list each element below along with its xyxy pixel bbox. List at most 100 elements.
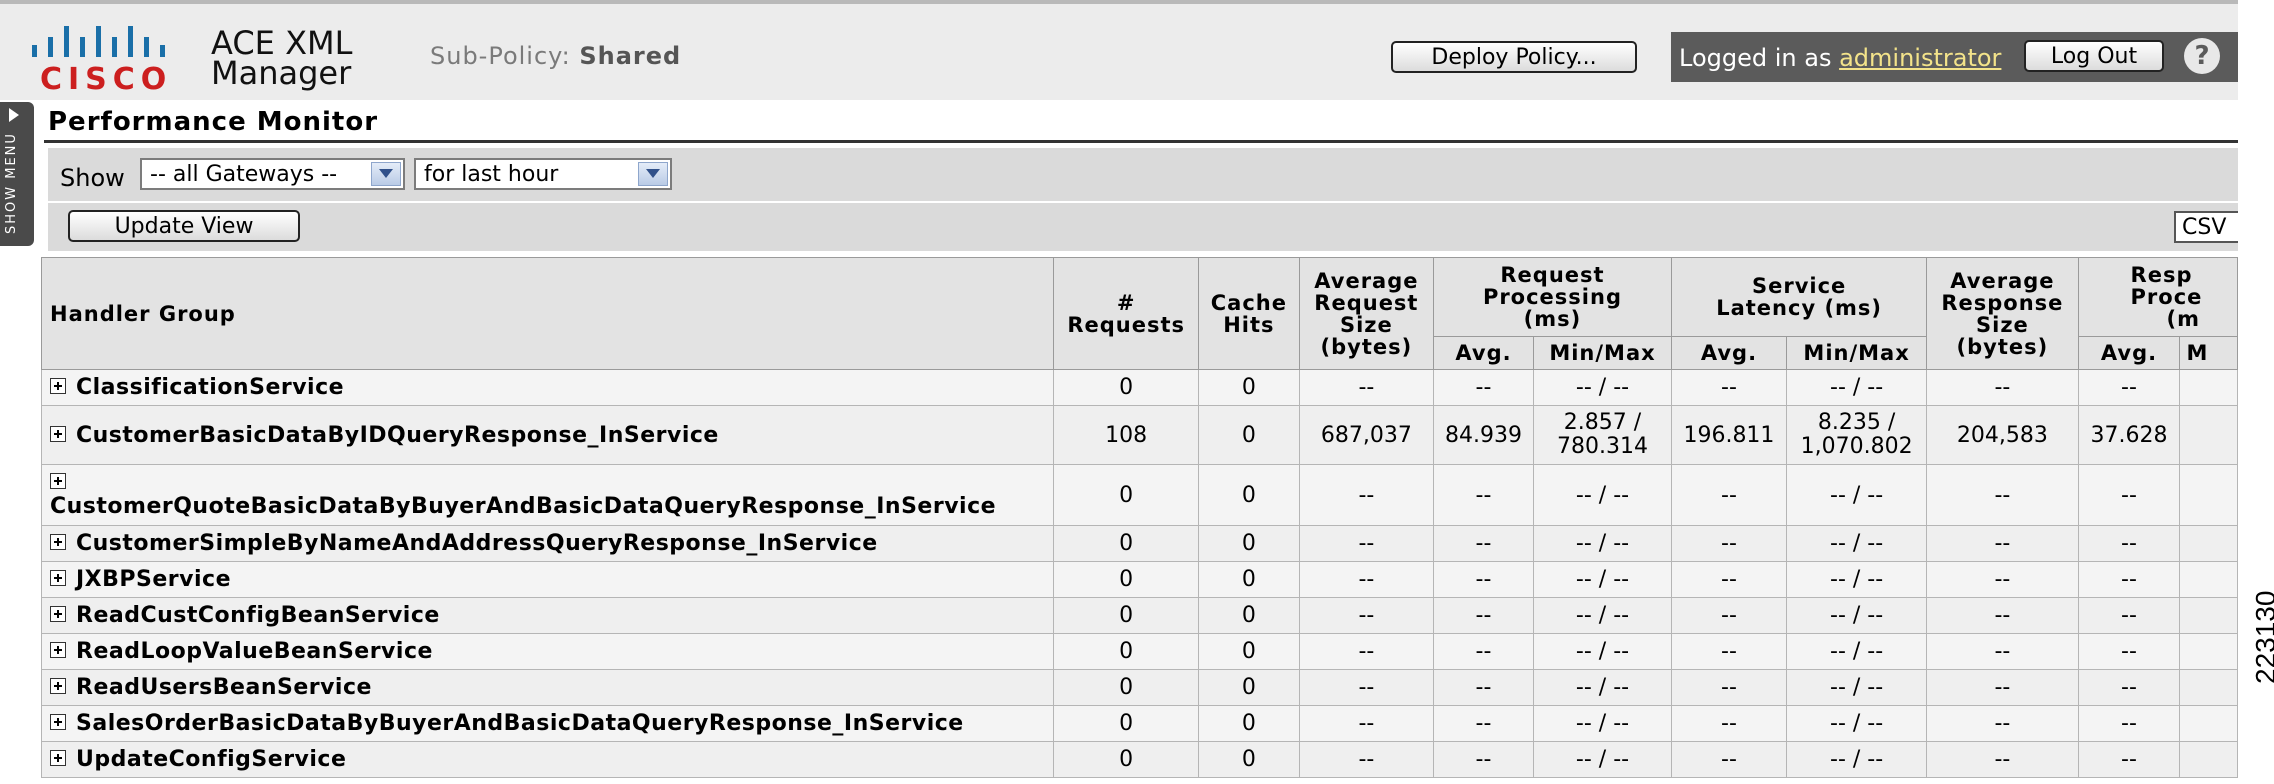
avg-request-size-cell: -- [1298, 741, 1434, 778]
header-line: Processing [1482, 285, 1622, 309]
handler-group-name: UpdateConfigService [76, 747, 347, 772]
expand-plus-icon[interactable] [50, 473, 66, 489]
column-header-requests[interactable]: # Requests [1053, 257, 1199, 370]
resp-avg-cell: -- [2077, 561, 2181, 598]
show-menu-tab[interactable]: SHOW MENU [0, 102, 34, 246]
resp-cut-cell [2179, 405, 2238, 465]
sl-avg-cell: -- [1670, 561, 1787, 598]
handler-group-name: SalesOrderBasicDataByBuyerAndBasicDataQu… [76, 711, 964, 736]
sl-avg-cell: -- [1670, 525, 1787, 562]
subpolicy-indicator: Sub-Policy: Shared [430, 42, 681, 70]
handler-group-cell[interactable]: CustomerBasicDataByIDQueryResponse_InSer… [41, 405, 1055, 465]
requests-cell: 0 [1053, 561, 1199, 598]
column-header-resp-cut[interactable]: M [2179, 336, 2238, 370]
sl-avg-cell: -- [1670, 369, 1787, 406]
avg-response-size-cell: -- [1926, 705, 2079, 742]
show-label: Show [60, 164, 125, 192]
rp-minmax-cell: -- / -- [1533, 464, 1672, 526]
gateway-select[interactable]: -- all Gateways -- [140, 158, 405, 190]
sl-avg-cell: 196.811 [1670, 405, 1787, 465]
column-header-cache-hits[interactable]: Cache Hits [1197, 257, 1300, 370]
update-view-button[interactable]: Update View [68, 210, 300, 242]
column-header-rp-avg[interactable]: Avg. [1432, 336, 1535, 370]
sl-minmax-cell: 8.235 / 1,070.802 [1785, 405, 1928, 465]
column-header-sl-avg[interactable]: Avg. [1670, 336, 1787, 370]
avg-request-size-cell: -- [1298, 705, 1434, 742]
expand-plus-icon[interactable] [50, 425, 66, 442]
chevron-down-icon[interactable] [371, 162, 401, 186]
chevron-down-icon[interactable] [638, 162, 668, 186]
handler-group-cell[interactable]: ReadCustConfigBeanService [41, 597, 1055, 634]
resp-cut-cell [2179, 561, 2238, 598]
time-range-select[interactable]: for last hour [414, 158, 672, 190]
avg-response-size-cell: -- [1926, 525, 2079, 562]
rp-minmax-cell: -- / -- [1533, 369, 1672, 406]
resp-avg-cell: -- [2077, 669, 2181, 706]
column-group-service-latency: Service Latency (ms) [1670, 257, 1928, 337]
column-header-sl-minmax[interactable]: Min/Max [1785, 336, 1928, 370]
filter-bar: Show -- all Gateways -- for last hour [48, 148, 2238, 201]
expand-plus-icon[interactable] [50, 714, 66, 730]
column-header-rp-minmax[interactable]: Min/Max [1533, 336, 1672, 370]
performance-table: Handler Group # Requests Cache Hits Aver… [41, 257, 2238, 778]
column-header-avg-request-size[interactable]: Average Request Size (bytes) [1298, 257, 1434, 370]
header-line: # [1116, 290, 1136, 315]
app-title: ACE XML Manager [211, 27, 352, 89]
header-line: Cache [1210, 290, 1287, 315]
column-header-resp-avg[interactable]: Avg. [2077, 336, 2181, 370]
avg-request-size-cell: 687,037 [1298, 405, 1434, 465]
handler-group-cell[interactable]: ReadLoopValueBeanService [41, 633, 1055, 670]
handler-group-cell[interactable]: JXBPService [41, 561, 1055, 598]
requests-cell: 0 [1053, 464, 1199, 526]
header: CISCO ACE XML Manager Sub-Policy: Shared… [0, 0, 2238, 100]
rp-max-value: 780.314 [1557, 434, 1648, 459]
logged-in-text: Logged in as administrator [1679, 44, 2001, 72]
sl-minmax-cell: -- / -- [1785, 669, 1928, 706]
csv-export-button[interactable]: CSV [2174, 211, 2238, 243]
requests-cell: 0 [1053, 525, 1199, 562]
header-line: (m [2166, 307, 2201, 331]
sl-max-value: 1,070.802 [1800, 434, 1913, 459]
column-header-avg-response-size[interactable]: Average Response Size (bytes) [1926, 257, 2079, 370]
handler-group-cell[interactable]: UpdateConfigService [41, 741, 1055, 778]
expand-plus-icon[interactable] [50, 750, 66, 766]
cisco-logo-text: CISCO [40, 62, 173, 97]
update-bar: Update View CSV [48, 203, 2238, 251]
avg-response-size-cell: -- [1926, 669, 2079, 706]
cache-hits-cell: 0 [1197, 669, 1300, 706]
handler-group-cell[interactable]: CustomerSimpleByNameAndAddressQueryRespo… [41, 525, 1055, 562]
avg-request-size-cell: -- [1298, 369, 1434, 406]
handler-group-cell[interactable]: CustomerQuoteBasicDataByBuyerAndBasicDat… [41, 464, 1055, 526]
table-row: CustomerSimpleByNameAndAddressQueryRespo… [41, 525, 2238, 562]
title-divider [44, 140, 2238, 143]
expand-plus-icon[interactable] [50, 378, 66, 394]
sl-avg-cell: -- [1670, 705, 1787, 742]
expand-plus-icon[interactable] [50, 678, 66, 694]
resp-cut-cell [2179, 464, 2238, 526]
sl-avg-cell: -- [1670, 597, 1787, 634]
deploy-policy-button[interactable]: Deploy Policy... [1391, 41, 1637, 73]
cache-hits-cell: 0 [1197, 369, 1300, 406]
handler-group-cell[interactable]: ClassificationService [41, 369, 1055, 406]
requests-cell: 0 [1053, 369, 1199, 406]
rp-minmax-cell: -- / -- [1533, 597, 1672, 634]
expand-plus-icon[interactable] [50, 642, 66, 658]
rp-avg-cell: -- [1432, 705, 1535, 742]
expand-plus-icon[interactable] [50, 570, 66, 586]
rp-avg-cell: -- [1432, 561, 1535, 598]
help-icon[interactable]: ? [2184, 38, 2220, 74]
resp-cut-cell [2179, 597, 2238, 634]
sl-minmax-cell: -- / -- [1785, 561, 1928, 598]
rp-minmax-cell: -- / -- [1533, 669, 1672, 706]
column-header-handler-group[interactable]: Handler Group [41, 257, 1055, 370]
expand-plus-icon[interactable] [50, 606, 66, 622]
header-line: Requests [1067, 312, 1186, 337]
handler-group-cell[interactable]: ReadUsersBeanService [41, 669, 1055, 706]
avg-response-size-cell: -- [1926, 597, 2079, 634]
expand-plus-icon[interactable] [50, 534, 66, 550]
logged-in-prefix: Logged in as [1679, 44, 1832, 72]
username-link[interactable]: administrator [1839, 44, 2001, 72]
logout-button[interactable]: Log Out [2024, 40, 2164, 72]
rp-avg-cell: -- [1432, 525, 1535, 562]
handler-group-cell[interactable]: SalesOrderBasicDataByBuyerAndBasicDataQu… [41, 705, 1055, 742]
